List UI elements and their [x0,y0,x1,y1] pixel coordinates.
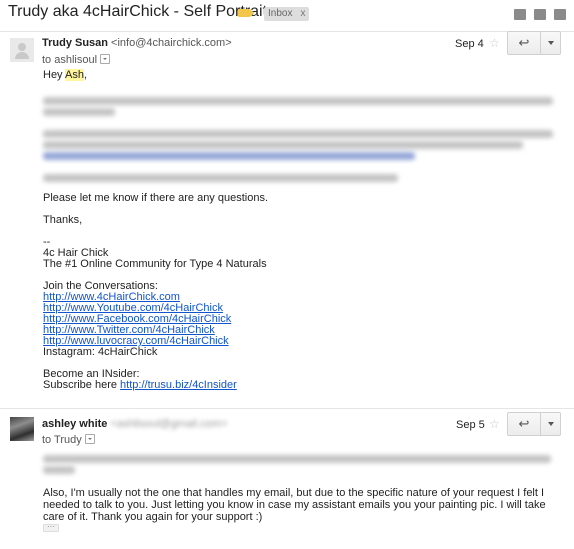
to-prefix: to [42,434,52,446]
sender-line: ashley white <ashlisoul@gmail.com> [42,418,227,430]
sender-name[interactable]: ashley white [42,418,107,430]
redacted-sender-email: <ashlisoul@gmail.com> [110,418,228,430]
redacted-text [43,97,553,105]
thread-header: Trudy aka 4cHairChick - Self Portrait In… [0,0,574,30]
redacted-link[interactable] [43,152,415,160]
important-marker-icon[interactable] [238,9,254,17]
redacted-text [43,130,553,138]
star-icon[interactable]: ☆ [489,417,500,431]
sender-line: Trudy Susan <info@4chairchick.com> [42,37,232,49]
message-paragraph: Also, I'm usually not the one that handl… [43,487,546,523]
message-date: Sep 5 [456,419,485,431]
avatar[interactable] [10,38,34,62]
to-prefix: to [42,54,52,66]
sender-email: <info@4chairchick.com> [111,37,232,49]
reply-button-group: ↩ [507,31,561,55]
reply-button[interactable]: ↩ [508,32,541,54]
more-actions-button[interactable] [541,413,560,435]
subscribe-line: Subscribe here http://trusu.biz/4cInside… [43,380,563,391]
redacted-text [43,455,551,463]
greeting-prefix: Hey [43,69,66,81]
details-dropdown-icon[interactable] [84,434,95,444]
message-divider [0,408,574,409]
recipient-name: Trudy [54,434,82,446]
inbox-label-chip[interactable]: Inbox x [264,7,310,21]
new-window-icon[interactable] [554,9,566,20]
subscribe-prefix: Subscribe here [43,379,121,391]
recipient-name: ashlisoul [54,54,98,66]
more-actions-button[interactable] [541,32,560,54]
chevron-down-icon [547,422,554,426]
redacted-text [43,174,398,182]
signature-dashes: -- [43,236,51,248]
archive-icon[interactable] [514,9,526,20]
star-icon[interactable]: ☆ [489,36,500,50]
avatar[interactable] [10,417,34,441]
recipient-line: to Trudy [42,434,95,446]
subscribe-link[interactable]: http://trusu.biz/4cInsider [120,379,237,391]
reply-icon: ↩ [518,35,530,50]
details-dropdown-icon[interactable] [100,54,111,64]
chevron-down-icon [547,41,554,45]
thanks-line: Thanks, [43,214,83,226]
thread-actions [514,9,566,20]
reply-button[interactable]: ↩ [508,413,541,435]
print-icon[interactable] [534,9,546,20]
greeting-name: Ash [65,69,84,81]
reply-button-group: ↩ [507,412,561,436]
show-trimmed-content-button[interactable]: ··· [43,523,59,532]
sender-name[interactable]: Trudy Susan [42,37,108,49]
message-divider [0,31,574,32]
message-date: Sep 4 [455,38,484,50]
redacted-text [43,141,523,149]
recipient-line: to ashlisoul [42,54,111,66]
thread-subject: Trudy aka 4cHairChick - Self Portrait [8,3,268,20]
closing-question: Please let me know if there are any ques… [43,192,269,204]
greeting: Hey Ash, [43,69,563,81]
signature-tagline: The #1 Online Community for Type 4 Natur… [43,258,267,270]
inbox-label-text: Inbox [268,8,293,19]
redacted-text [43,108,115,116]
reply-icon: ↩ [518,416,530,431]
redacted-text [43,466,75,474]
greeting-suffix: , [83,69,88,81]
remove-label-icon[interactable]: x [300,8,305,19]
instagram-line: Instagram: 4cHairChick [43,346,158,358]
